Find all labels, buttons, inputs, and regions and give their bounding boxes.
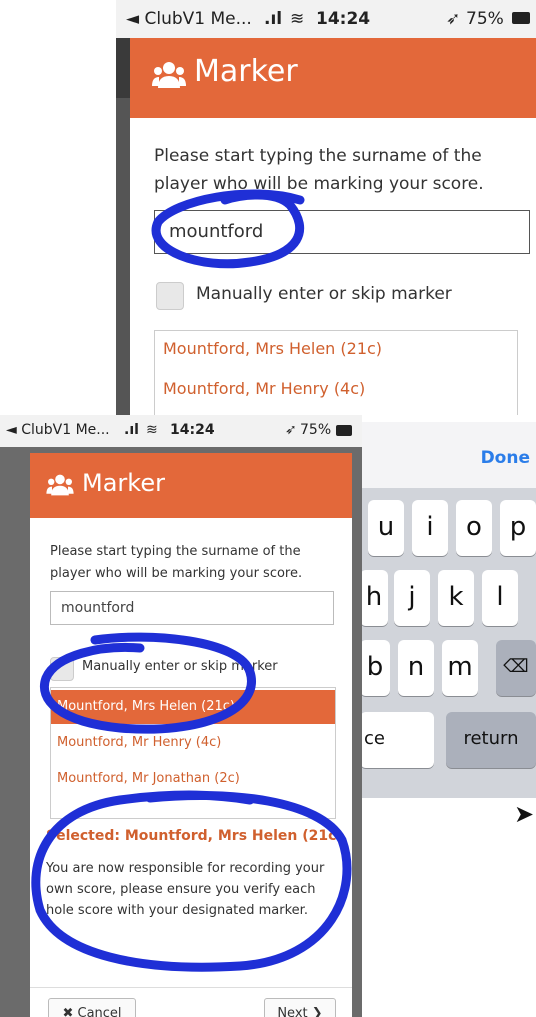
users-icon xyxy=(152,62,186,88)
key-k[interactable]: k xyxy=(438,570,474,626)
modal-header: Marker xyxy=(130,38,536,118)
status-bar: ◄ ClubV1 Me... .ıl ≋ 14:24 ➶ 75% xyxy=(0,415,362,447)
instruction-text: Please start typing the surname of the p… xyxy=(154,146,484,194)
status-battery: 75% xyxy=(300,422,332,438)
key-m[interactable]: m xyxy=(442,640,478,696)
manual-entry-label: Manually enter or skip marker xyxy=(82,659,278,674)
instruction-text: Please start typing the surname of the p… xyxy=(50,544,303,581)
signal-icon: .ıl xyxy=(264,9,283,29)
top-screenshot: ◄ ClubV1 Me... .ıl ≋ 14:24 ➶ 75% Marker … xyxy=(116,0,536,415)
backspace-key[interactable]: ⌫ xyxy=(496,640,536,696)
close-icon: ✖ xyxy=(62,1006,74,1017)
status-bar: ◄ ClubV1 Me... .ıl ≋ 14:24 ➶ 75% xyxy=(116,0,536,38)
next-label: Next xyxy=(277,1006,308,1017)
result-item[interactable]: Mountford, Mr Jonathan (2c) xyxy=(51,762,335,796)
space-key[interactable]: ce xyxy=(360,712,434,768)
location-arrow-icon: ➶ xyxy=(285,422,297,438)
manual-entry-checkbox[interactable] xyxy=(50,657,74,681)
key-p[interactable]: p xyxy=(500,500,536,556)
results-list: Mountford, Mrs Helen (21c) Mountford, Mr… xyxy=(50,687,336,819)
result-item[interactable]: Mountford, Mrs Helen (21c) xyxy=(163,339,382,358)
key-l[interactable]: l xyxy=(482,570,518,626)
wifi-icon: ≋ xyxy=(290,9,305,29)
status-carrier: ◄ ClubV1 Me... xyxy=(6,422,110,438)
ios-keyboard: Done u i o p h j k l b n m ⌫ ce return xyxy=(360,422,536,798)
cancel-label: Cancel xyxy=(77,1006,122,1017)
next-button[interactable]: Next ❯ xyxy=(264,998,336,1017)
key-h[interactable]: h xyxy=(360,570,388,626)
bottom-screenshot: ◄ ClubV1 Me... .ıl ≋ 14:24 ➶ 75% Marker … xyxy=(0,415,362,1017)
backspace-icon: ⌫ xyxy=(503,656,529,677)
status-time: 14:24 xyxy=(170,422,215,438)
status-time: 14:24 xyxy=(316,9,371,29)
manual-entry-label: Manually enter or skip marker xyxy=(196,284,452,304)
chevron-right-icon: ❯ xyxy=(311,1006,323,1017)
surname-search-input[interactable]: mountford xyxy=(50,591,334,625)
modal-header: Marker xyxy=(30,453,352,518)
battery-icon xyxy=(512,12,530,24)
manual-entry-checkbox[interactable] xyxy=(156,282,184,310)
battery-icon xyxy=(336,425,352,436)
cancel-button[interactable]: ✖ Cancel xyxy=(48,998,136,1017)
responsibility-note: You are now responsible for recording yo… xyxy=(46,861,325,918)
status-battery: 75% xyxy=(466,9,504,29)
result-item-selected[interactable]: Mountford, Mrs Helen (21c) xyxy=(51,690,335,724)
result-item[interactable]: Mountford, Mr Henry (4c) xyxy=(51,726,335,760)
keyboard-toolbar: Done xyxy=(360,422,536,488)
users-icon xyxy=(46,474,74,496)
key-b[interactable]: b xyxy=(360,640,390,696)
surname-search-input[interactable]: mountford xyxy=(154,210,530,254)
modal-title: Marker xyxy=(194,54,298,89)
results-list: Mountford, Mrs Helen (21c) Mountford, Mr… xyxy=(154,330,518,415)
key-n[interactable]: n xyxy=(398,640,434,696)
wifi-icon: ≋ xyxy=(146,422,158,438)
arrow-pointer-icon: ➤ xyxy=(514,800,535,828)
selected-marker-text: Selected: Mountford, Mrs Helen (21c) xyxy=(46,828,343,844)
status-carrier: ◄ ClubV1 Me... xyxy=(126,9,252,29)
backdrop-strip-dark xyxy=(116,38,130,98)
modal-title: Marker xyxy=(82,469,165,497)
done-button[interactable]: Done xyxy=(481,448,530,468)
key-i[interactable]: i xyxy=(412,500,448,556)
key-j[interactable]: j xyxy=(394,570,430,626)
signal-icon: .ıl xyxy=(124,422,139,438)
key-o[interactable]: o xyxy=(456,500,492,556)
modal-footer: ✖ Cancel Next ❯ xyxy=(30,987,352,1017)
marker-modal: Marker Please start typing the surname o… xyxy=(30,453,352,1017)
return-key[interactable]: return xyxy=(446,712,536,768)
location-arrow-icon: ➶ xyxy=(446,9,461,29)
result-item[interactable]: Mountford, Mr Henry (4c) xyxy=(163,379,365,398)
key-u[interactable]: u xyxy=(368,500,404,556)
modal-body: Please start typing the surname of the p… xyxy=(130,118,536,415)
